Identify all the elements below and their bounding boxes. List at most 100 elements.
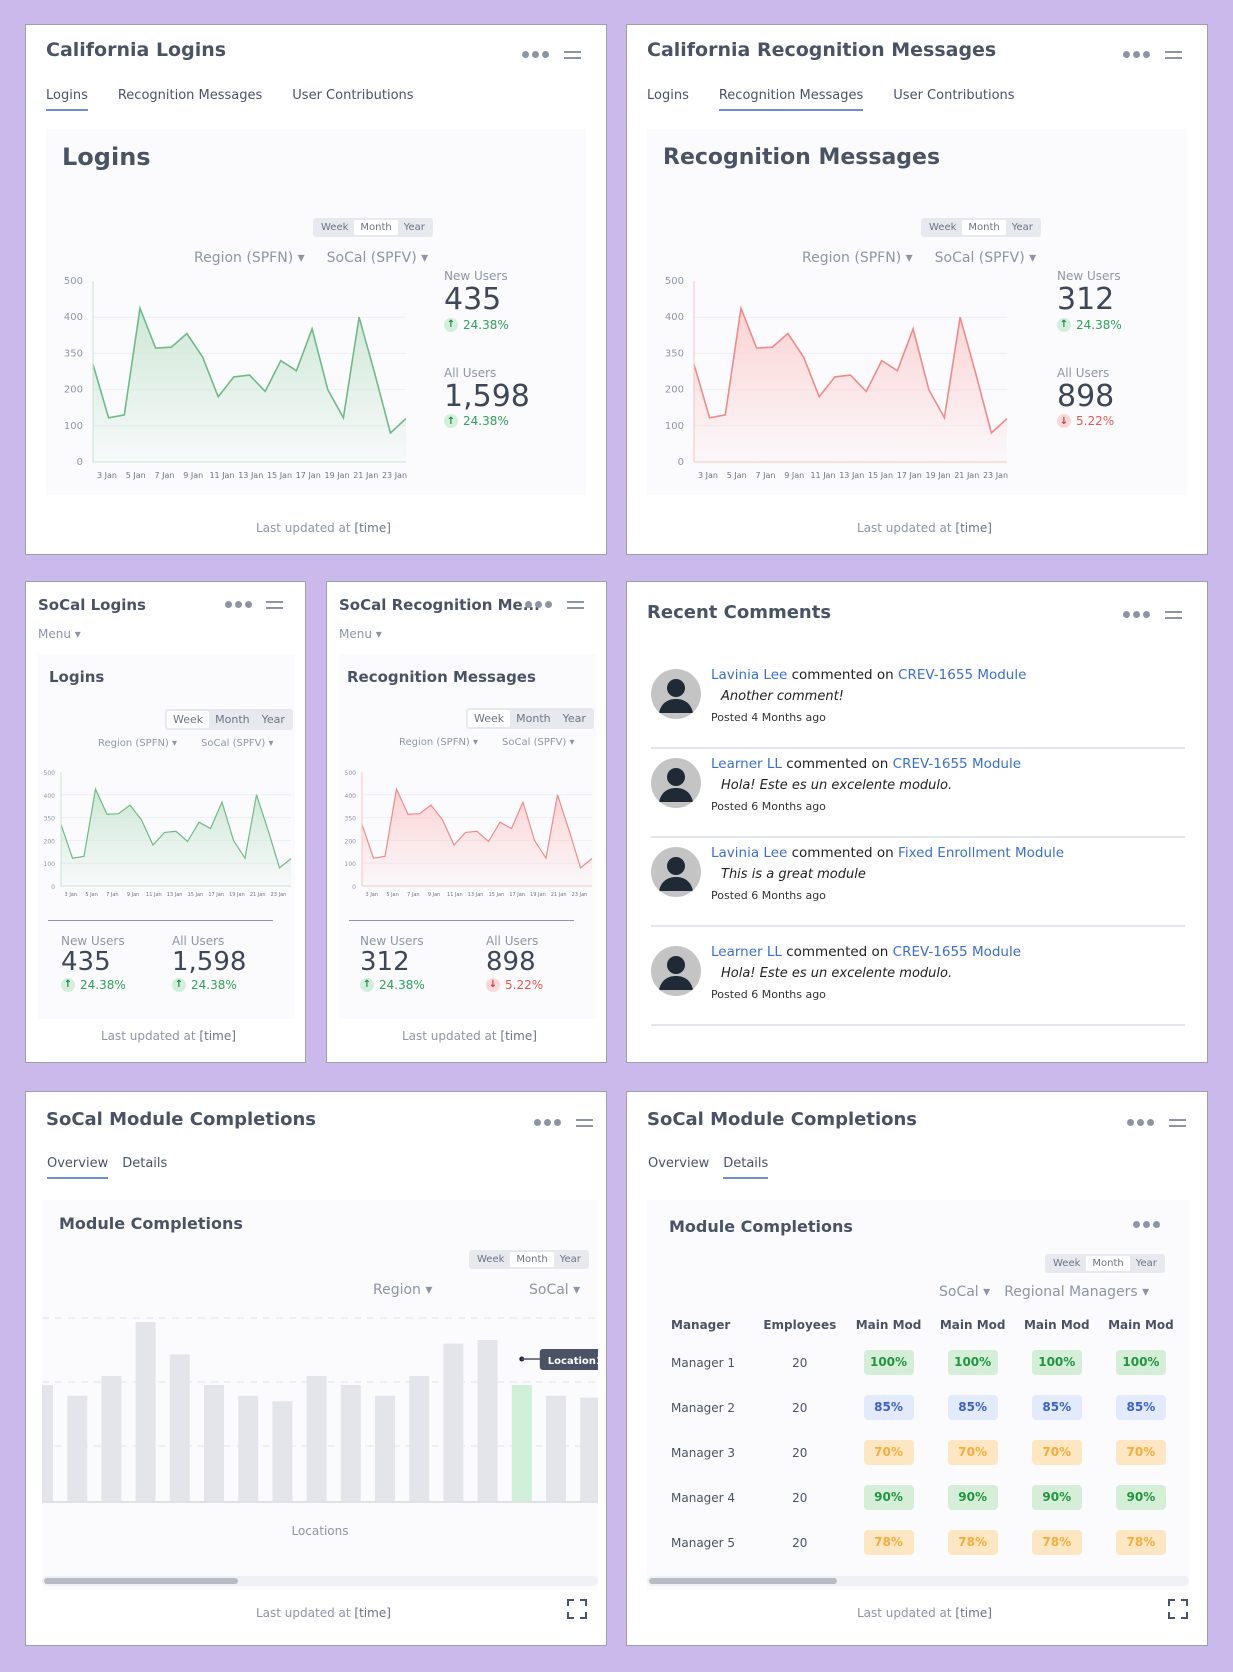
x-tick-label: 9 Jan: [428, 892, 440, 898]
period-year[interactable]: Year: [256, 711, 291, 728]
more-options-icon[interactable]: [525, 601, 552, 608]
tab-recognition-messages[interactable]: Recognition Messages: [718, 88, 864, 111]
socal-filter-dropdown[interactable]: SoCal (SPFV): [502, 737, 575, 748]
period-week[interactable]: Week: [923, 220, 962, 235]
column-header[interactable]: Main Mod: [846, 1310, 930, 1340]
horizontal-scrollbar[interactable]: [647, 1576, 1189, 1586]
column-header[interactable]: Main Mod: [1099, 1310, 1183, 1340]
comment-user-link[interactable]: Learner LL: [711, 944, 782, 960]
socal-filter-dropdown[interactable]: SoCal (SPFV): [935, 250, 1037, 266]
bar-location15[interactable]: [511, 1385, 532, 1502]
expand-icon[interactable]: [1167, 1598, 1189, 1620]
drag-handle-icon[interactable]: [1165, 51, 1182, 59]
horizontal-scrollbar[interactable]: [42, 1576, 598, 1586]
bar-location12[interactable]: [409, 1376, 430, 1502]
period-month[interactable]: Month: [1086, 1256, 1130, 1271]
bar-location2[interactable]: [67, 1395, 88, 1502]
more-options-icon[interactable]: [1133, 1221, 1160, 1228]
bar-location7[interactable]: [238, 1395, 259, 1502]
drag-handle-icon[interactable]: [564, 51, 581, 59]
bar-location3[interactable]: [101, 1376, 122, 1502]
bar-location10[interactable]: [340, 1385, 361, 1502]
more-options-icon[interactable]: [534, 1119, 561, 1126]
tab-user-contributions[interactable]: User Contributions: [292, 88, 413, 111]
socal-filter-dropdown[interactable]: SoCal (SPFV): [327, 250, 429, 266]
tab-details[interactable]: Details: [122, 1156, 167, 1179]
column-header[interactable]: Manager: [671, 1310, 753, 1340]
bar-location5[interactable]: [169, 1354, 190, 1502]
drag-handle-icon[interactable]: [266, 601, 283, 609]
region-filter-dropdown[interactable]: Region (SPFN): [399, 737, 478, 748]
tab-bar: Logins Recognition Messages User Contrib…: [647, 88, 1015, 111]
tab-user-contributions[interactable]: User Contributions: [893, 88, 1014, 111]
region-filter-dropdown[interactable]: Region: [373, 1282, 432, 1298]
comment-target-link[interactable]: CREV-1655 Module: [893, 756, 1021, 772]
period-month[interactable]: Month: [510, 710, 556, 727]
comment-target-link[interactable]: Fixed Enrollment Module: [898, 845, 1064, 861]
period-month[interactable]: Month: [962, 220, 1006, 235]
bar-location14[interactable]: [477, 1340, 498, 1502]
expand-icon[interactable]: [566, 1598, 588, 1620]
tab-logins[interactable]: Logins: [647, 88, 689, 111]
period-week[interactable]: Week: [471, 1252, 510, 1267]
menu-dropdown[interactable]: Menu: [38, 627, 81, 641]
column-header[interactable]: Employees: [753, 1310, 846, 1340]
region-filter-dropdown[interactable]: Region (SPFN): [802, 250, 913, 266]
user-icon: [659, 679, 693, 713]
more-options-icon[interactable]: [1123, 51, 1150, 58]
period-week[interactable]: Week: [315, 220, 354, 235]
comment-target-link[interactable]: CREV-1655 Module: [898, 667, 1026, 683]
period-year[interactable]: Year: [1130, 1256, 1163, 1271]
updated-time: [time]: [955, 521, 992, 535]
socal-filter-dropdown[interactable]: SoCal (SPFV): [201, 738, 274, 749]
period-month[interactable]: Month: [510, 1252, 554, 1267]
regional-managers-filter-dropdown[interactable]: Regional Managers: [1004, 1284, 1149, 1300]
bar-location1[interactable]: [42, 1385, 53, 1502]
period-week[interactable]: Week: [468, 710, 511, 727]
more-options-icon[interactable]: [1127, 1119, 1154, 1126]
tab-details[interactable]: Details: [723, 1156, 769, 1179]
period-year[interactable]: Year: [1006, 220, 1039, 235]
region-filter-dropdown[interactable]: Region (SPFN): [194, 250, 305, 266]
drag-handle-icon[interactable]: [1165, 611, 1182, 619]
bar-location4[interactable]: [135, 1322, 156, 1502]
bar-location16[interactable]: [546, 1395, 566, 1502]
period-month[interactable]: Month: [354, 220, 398, 235]
bar-location9[interactable]: [306, 1376, 327, 1502]
comment-user-link[interactable]: Learner LL: [711, 756, 782, 772]
drag-handle-icon[interactable]: [567, 601, 584, 609]
tab-overview[interactable]: Overview: [648, 1156, 709, 1179]
column-header[interactable]: Main Mod: [1015, 1310, 1099, 1340]
bar-location13[interactable]: [443, 1343, 464, 1502]
period-week[interactable]: Week: [167, 711, 210, 728]
more-options-icon[interactable]: [522, 51, 549, 58]
bar-location17[interactable]: [580, 1397, 598, 1502]
scrollbar-thumb[interactable]: [649, 1578, 837, 1584]
comment-user-link[interactable]: Lavinia Lee: [711, 845, 787, 861]
period-week[interactable]: Week: [1047, 1256, 1086, 1271]
socal-filter-dropdown[interactable]: SoCal: [939, 1284, 990, 1300]
more-options-icon[interactable]: [225, 601, 252, 608]
tab-overview[interactable]: Overview: [47, 1156, 109, 1179]
bar-location6[interactable]: [204, 1385, 224, 1502]
period-year[interactable]: Year: [554, 1252, 587, 1267]
column-header[interactable]: Main Mod: [931, 1310, 1015, 1340]
socal-filter-dropdown[interactable]: SoCal: [529, 1282, 580, 1298]
more-options-icon[interactable]: [1123, 611, 1150, 618]
region-filter-dropdown[interactable]: Region (SPFN): [98, 738, 177, 749]
period-year[interactable]: Year: [398, 220, 431, 235]
period-month[interactable]: Month: [209, 711, 255, 728]
tab-logins[interactable]: Logins: [46, 88, 88, 111]
drag-handle-icon[interactable]: [576, 1119, 593, 1127]
completion-cell: 70%: [846, 1430, 930, 1475]
scrollbar-thumb[interactable]: [44, 1578, 238, 1584]
bar-location11[interactable]: [375, 1395, 395, 1502]
drag-handle-icon[interactable]: [1169, 1119, 1186, 1127]
x-tick-label: 15 Jan: [267, 471, 292, 480]
bar-location8[interactable]: [272, 1401, 293, 1502]
menu-dropdown[interactable]: Menu: [339, 627, 382, 641]
period-year[interactable]: Year: [557, 710, 592, 727]
tab-recognition-messages[interactable]: Recognition Messages: [118, 88, 262, 111]
comment-target-link[interactable]: CREV-1655 Module: [893, 944, 1021, 960]
comment-user-link[interactable]: Lavinia Lee: [711, 667, 787, 683]
